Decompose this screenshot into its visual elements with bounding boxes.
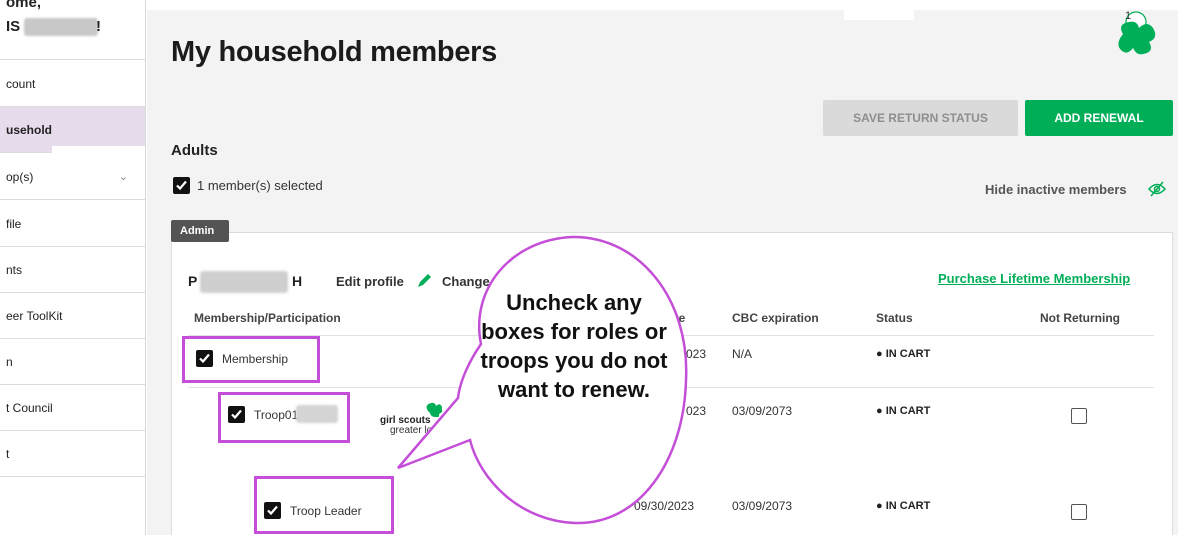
user-name-start: IS — [6, 18, 21, 35]
column-header-participation: Membership/Participation — [194, 311, 341, 325]
status-badge: ● IN CART — [876, 405, 931, 417]
sidebar-nav: ome, IS ! count usehold op(s) ⌄ file nts… — [0, 0, 146, 535]
edit-profile-link[interactable]: Edit profile — [336, 274, 404, 289]
sidebar-item-n[interactable]: n — [0, 339, 145, 385]
row-cbc: 03/09/2073 — [732, 404, 793, 418]
sidebar-item-council[interactable]: t Council — [0, 385, 145, 431]
row-divider — [188, 387, 1154, 388]
eye-slash-icon[interactable] — [1147, 180, 1167, 198]
column-header-status: Status — [876, 311, 913, 325]
sidebar-item-profile[interactable]: file — [0, 201, 145, 247]
sidebar-item-events[interactable]: nts — [0, 247, 145, 293]
sidebar-item-volunteer-toolkit[interactable]: eer ToolKit — [0, 293, 145, 339]
hide-inactive-toggle[interactable]: Hide inactive members — [985, 182, 1127, 197]
change-link[interactable]: Change r — [442, 274, 498, 289]
sidebar-item-label: op(s) — [6, 170, 34, 184]
sidebar-item-label: n — [6, 355, 13, 369]
column-header-cbc: CBC expiration — [732, 311, 819, 325]
adults-heading: Adults — [171, 142, 218, 159]
not-returning-checkbox[interactable] — [1071, 408, 1087, 424]
highlight-membership — [182, 336, 320, 383]
check-icon — [176, 180, 187, 191]
sidebar-item-label: eer ToolKit — [6, 309, 63, 323]
redacted-member-name — [200, 271, 288, 293]
sidebar-item-label: file — [6, 217, 22, 231]
admin-badge: Admin — [171, 220, 229, 242]
sidebar-item-label: t — [6, 447, 10, 461]
sidebar-item-t[interactable]: t — [0, 431, 145, 477]
member-card: P H Edit profile Change r Purchase Lifet… — [171, 232, 1173, 535]
status-badge: ● IN CART — [876, 348, 931, 360]
column-header-date: ate — [668, 311, 686, 325]
main-content: My household members 1 SAVE RETURN STATU… — [147, 10, 1178, 535]
save-return-status-button[interactable]: SAVE RETURN STATUS — [823, 100, 1018, 136]
row-date: 023 — [686, 404, 707, 418]
member-name-end: H — [292, 273, 303, 289]
header-divider — [188, 335, 1154, 336]
page-title: My household members — [171, 36, 497, 68]
highlight-troop — [218, 392, 350, 443]
chevron-down-icon[interactable]: ⌄ — [119, 154, 128, 200]
user-name-end: ! — [96, 18, 101, 35]
row-cbc: 03/09/2073 — [732, 499, 793, 513]
cart-count: 1 — [1125, 10, 1132, 22]
redacted-name — [24, 18, 98, 36]
welcome-text: ome, — [6, 0, 42, 11]
status-badge: ● IN CART — [876, 500, 931, 512]
girl-scouts-logo: girl scouts greater los ange — [380, 401, 500, 441]
pencil-icon[interactable] — [416, 273, 432, 289]
row-date: 023 — [686, 347, 707, 361]
highlight-troop-leader — [254, 476, 394, 534]
welcome-header: ome, IS ! — [0, 0, 145, 60]
sidebar-item-account[interactable]: count — [0, 61, 145, 107]
not-returning-checkbox[interactable] — [1071, 504, 1087, 520]
top-gap — [844, 10, 914, 20]
callout-text: Uncheck any boxes for roles or troops yo… — [480, 290, 668, 402]
trefoil-cart-icon[interactable] — [1115, 10, 1157, 56]
sidebar-item-label: usehold — [6, 123, 53, 137]
sidebar-item-label: count — [6, 77, 36, 91]
sidebar-item-label: t Council — [6, 401, 53, 415]
select-members-checkbox[interactable] — [173, 177, 190, 194]
column-header-not-returning: Not Returning — [1040, 311, 1120, 325]
add-renewal-button[interactable]: ADD RENEWAL — [1025, 100, 1173, 136]
selected-count-text: 1 member(s) selected — [197, 178, 323, 193]
logo-subtext: greater los ange — [390, 425, 463, 436]
purchase-lifetime-link[interactable]: Purchase Lifetime Membership — [938, 271, 1130, 286]
member-name-start: P — [188, 273, 198, 289]
row-date: 09/30/2023 — [634, 499, 695, 513]
row-cbc: N/A — [732, 347, 753, 361]
sidebar-item-label: nts — [6, 263, 23, 277]
sidebar-item-troops[interactable]: op(s) ⌄ — [0, 154, 145, 200]
